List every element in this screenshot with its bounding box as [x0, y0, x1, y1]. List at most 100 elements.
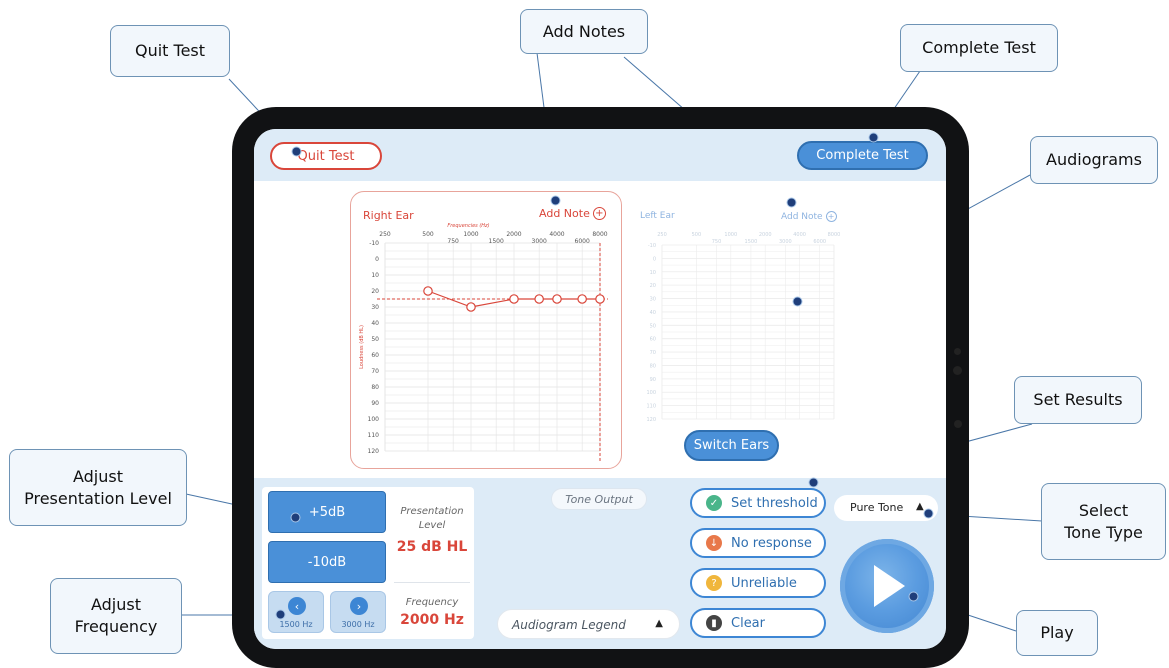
db-tick-label: -10 [369, 240, 379, 247]
frequency-tick-label: 6000 [575, 238, 590, 245]
db-tick-label: -10 [648, 243, 656, 249]
frequency-tick-label: 2000 [759, 232, 772, 238]
frequency-tick-label: 3000 [532, 238, 547, 245]
unreliable-label: Unreliable [731, 575, 797, 591]
frequency-tick-label: 500 [422, 231, 434, 238]
callout-adjust-presentation-level-line2: Presentation Level [24, 488, 172, 508]
db-tick-label: 40 [650, 310, 656, 316]
marker-dot-set-results [808, 477, 819, 488]
db-tick-label: 100 [646, 390, 656, 396]
play-button[interactable] [840, 539, 934, 633]
marker-dot-audiograms [792, 296, 803, 307]
threshold-point [509, 294, 519, 304]
chevron-right-icon: › [350, 597, 368, 615]
frequency-tick-label: 8000 [592, 231, 607, 238]
set-threshold-label: Set threshold [731, 495, 818, 511]
db-tick-label: 10 [371, 272, 379, 279]
frequency-tick-label: 750 [447, 238, 459, 245]
db-tick-label: 80 [371, 384, 379, 391]
marker-dot-complete [868, 132, 879, 143]
db-tick-label: 120 [646, 417, 656, 423]
next-frequency-button[interactable]: › 3000 Hz [330, 591, 386, 633]
callout-quit-test: Quit Test [110, 25, 230, 77]
marker-dot-add-note-right [550, 195, 561, 206]
callout-set-results: Set Results [1014, 376, 1142, 424]
clear-button[interactable]: ▮ Clear [690, 608, 826, 638]
db-tick-label: 100 [368, 416, 380, 423]
decrease-level-button[interactable]: -10dB [268, 541, 386, 583]
db-tick-label: 60 [371, 352, 379, 359]
side-sensor-lower [954, 420, 962, 428]
frequency-tick-label: 1000 [463, 231, 478, 238]
db-tick-label: 50 [371, 336, 379, 343]
frequency-label: Frequency [405, 597, 459, 608]
threshold-point [534, 294, 544, 304]
marker-dot-add-note-left [786, 197, 797, 208]
callout-add-notes-label: Add Notes [542, 21, 626, 41]
frequency-tick-label: 1500 [489, 238, 504, 245]
presentation-level-label-line1: Presentation [400, 506, 464, 517]
caret-up-icon: ▲ [916, 501, 924, 512]
left-ear-audiogram[interactable]: 250 500 1000 2000 4000 8000750 1500 3000 6000-10… [634, 219, 844, 429]
no-response-button[interactable]: ↓ No response [690, 528, 826, 558]
db-tick-label: 80 [650, 363, 656, 369]
db-tick-label: 110 [368, 432, 380, 439]
db-tick-label: 0 [653, 256, 656, 262]
db-tick-label: 60 [650, 337, 656, 343]
quit-test-button[interactable]: Quit Test [270, 142, 382, 170]
panel-divider [394, 582, 470, 583]
db-tick-label: 20 [371, 288, 379, 295]
callout-complete-test: Complete Test [900, 24, 1058, 72]
app-screen: Quit Test Complete Test Right Ear Add No… [254, 129, 946, 649]
frequency-tick-label: 1500 [745, 239, 758, 245]
right-ear-audiogram[interactable]: 250 500 1000 2000 4000 8000750 1500 3000 6000-10… [350, 191, 620, 467]
audiogram-legend-label: Audiogram Legend [512, 618, 626, 632]
threshold-point [466, 302, 476, 312]
db-tick-label: 50 [650, 323, 656, 329]
frequency-tick-label: 750 [712, 239, 722, 245]
audiogram-legend-dropdown[interactable]: Audiogram Legend ▲ [497, 609, 680, 639]
callout-adjust-frequency-line1: Adjust [90, 595, 141, 615]
no-response-label: No response [731, 535, 812, 551]
callout-quit-test-label: Quit Test [134, 41, 206, 61]
complete-test-button[interactable]: Complete Test [797, 141, 928, 170]
db-tick-label: 120 [368, 448, 380, 455]
marker-dot-frequency [275, 609, 286, 620]
callout-add-notes: Add Notes [520, 9, 648, 54]
set-threshold-button[interactable]: ✓ Set threshold [690, 488, 826, 518]
clear-label: Clear [731, 615, 765, 631]
axis-title-loudness: Loudness (dB HL) [359, 325, 365, 369]
marker-dot-play [908, 591, 919, 602]
tone-type-dropdown[interactable]: Pure Tone ▲ [834, 495, 938, 521]
frequency-tick-label: 8000 [828, 232, 841, 238]
side-camera [953, 366, 962, 375]
frequency-tick-label: 1000 [724, 232, 737, 238]
frequency-tick-label: 3000 [779, 239, 792, 245]
increase-level-button[interactable]: +5dB [268, 491, 386, 533]
threshold-point [595, 294, 605, 304]
unreliable-button[interactable]: ? Unreliable [690, 568, 826, 598]
frequency-tick-label: 500 [692, 232, 702, 238]
db-tick-label: 70 [371, 368, 379, 375]
frequency-tick-label: 250 [379, 231, 391, 238]
callout-select-tone-type: Select Tone Type [1041, 483, 1166, 560]
chevron-left-icon: ‹ [288, 597, 306, 615]
marker-dot-presentation-level [290, 512, 301, 523]
frequency-value: 2000 Hz [400, 612, 464, 628]
db-tick-label: 110 [646, 404, 656, 410]
next-frequency-label: 3000 Hz [341, 620, 375, 629]
callout-audiograms-label: Audiograms [1046, 150, 1142, 170]
db-tick-label: 10 [650, 270, 656, 276]
tone-type-label: Pure Tone [850, 501, 904, 514]
callout-adjust-frequency: Adjust Frequency [50, 578, 182, 654]
trash-icon: ▮ [706, 615, 722, 631]
callout-select-tone-type-line2: Tone Type [1064, 522, 1143, 542]
frequency-tick-label: 4000 [793, 232, 806, 238]
frequency-tick-label: 4000 [549, 231, 564, 238]
callout-play: Play [1016, 610, 1098, 656]
side-sensor [954, 348, 961, 355]
tone-output-indicator: Tone Output [551, 488, 647, 510]
switch-ears-button[interactable]: Switch Ears [684, 430, 779, 461]
presentation-level-label: Presentation Level [390, 505, 474, 532]
db-tick-label: 90 [650, 377, 656, 383]
